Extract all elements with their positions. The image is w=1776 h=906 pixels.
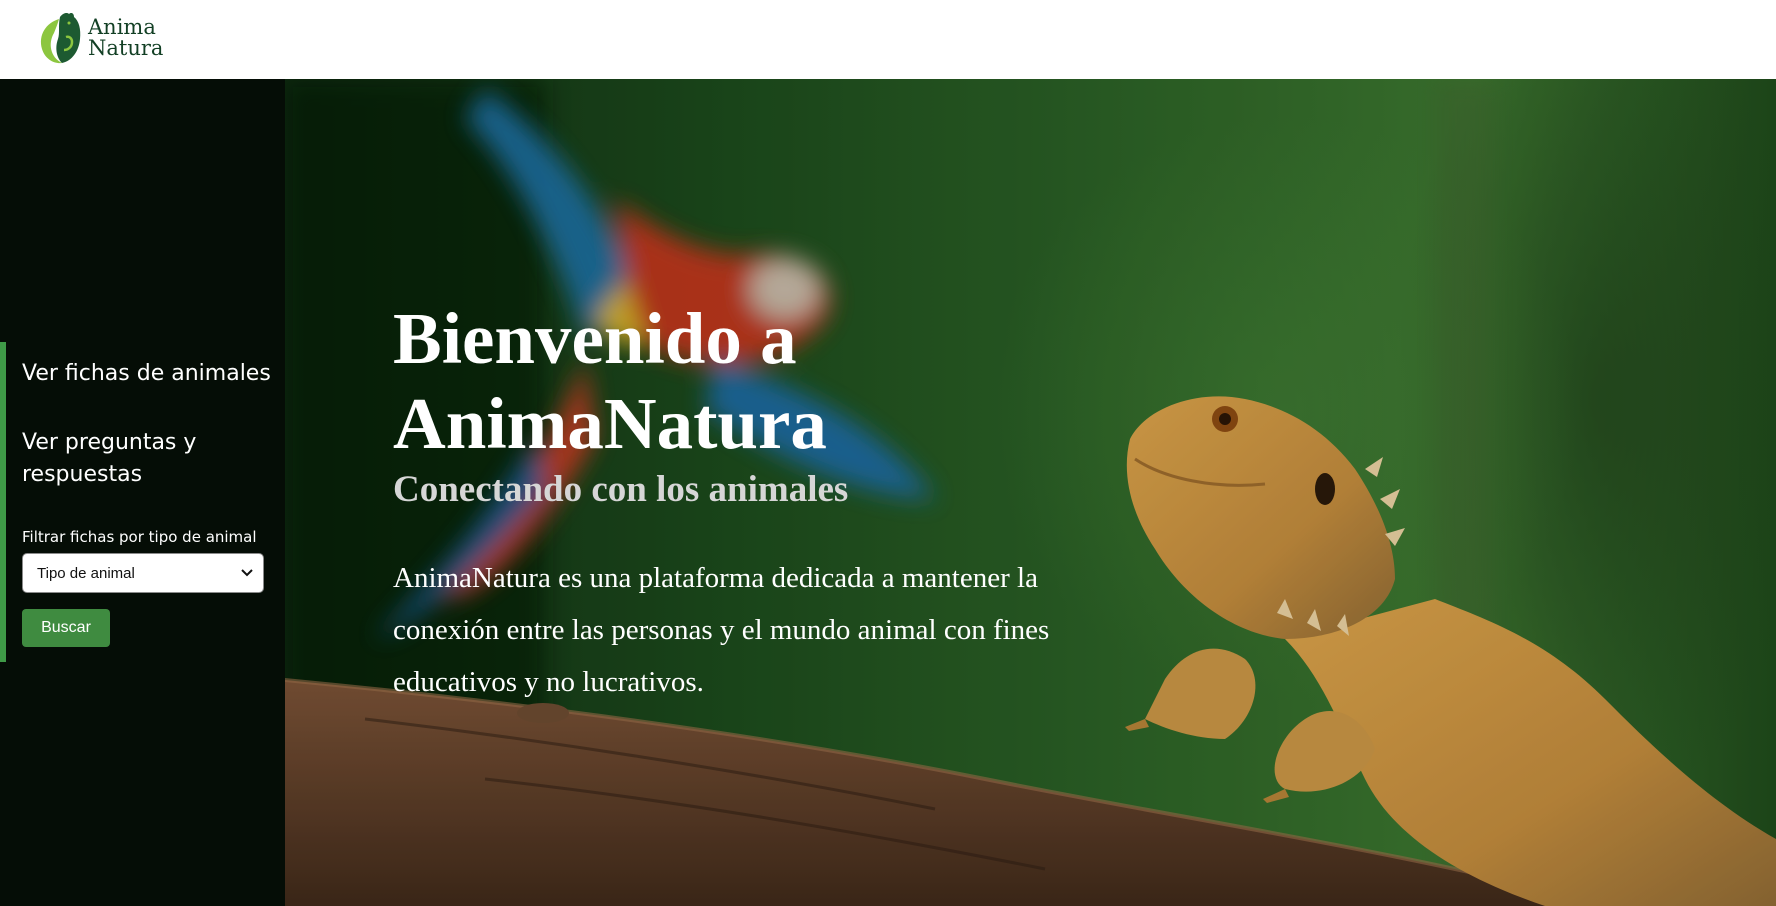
animanatura-logo[interactable] [36,11,82,67]
brand-line-2: Natura [88,36,164,60]
sidebar: Ver fichas de animales Ver preguntas y r… [0,79,285,906]
search-button[interactable]: Buscar [22,609,110,647]
top-header: Anima Natura [0,0,1776,79]
filter-label: Filtrar fichas por tipo de animal [22,528,257,546]
nav-link-questions-answers[interactable]: Ver preguntas y respuestas [22,427,262,491]
nav-link-animal-cards[interactable]: Ver fichas de animales [22,358,271,390]
hero-section: Bienvenido a AnimaNatura Conectando con … [285,79,1776,906]
hero-description: AnimaNatura es una plataforma dedicada a… [393,562,1050,698]
brand-line-1: Anima [88,15,156,39]
animal-type-selected-value: Tipo de animal [37,565,135,582]
chevron-down-icon [241,569,253,577]
sidebar-active-indicator [0,342,6,662]
hero-title: Bienvenido a AnimaNatura [393,298,827,464]
brand-name[interactable]: Anima Natura [88,17,163,59]
animal-type-select[interactable]: Tipo de animal [22,553,264,593]
hero-subtitle: Conectando con los animales [393,469,849,510]
